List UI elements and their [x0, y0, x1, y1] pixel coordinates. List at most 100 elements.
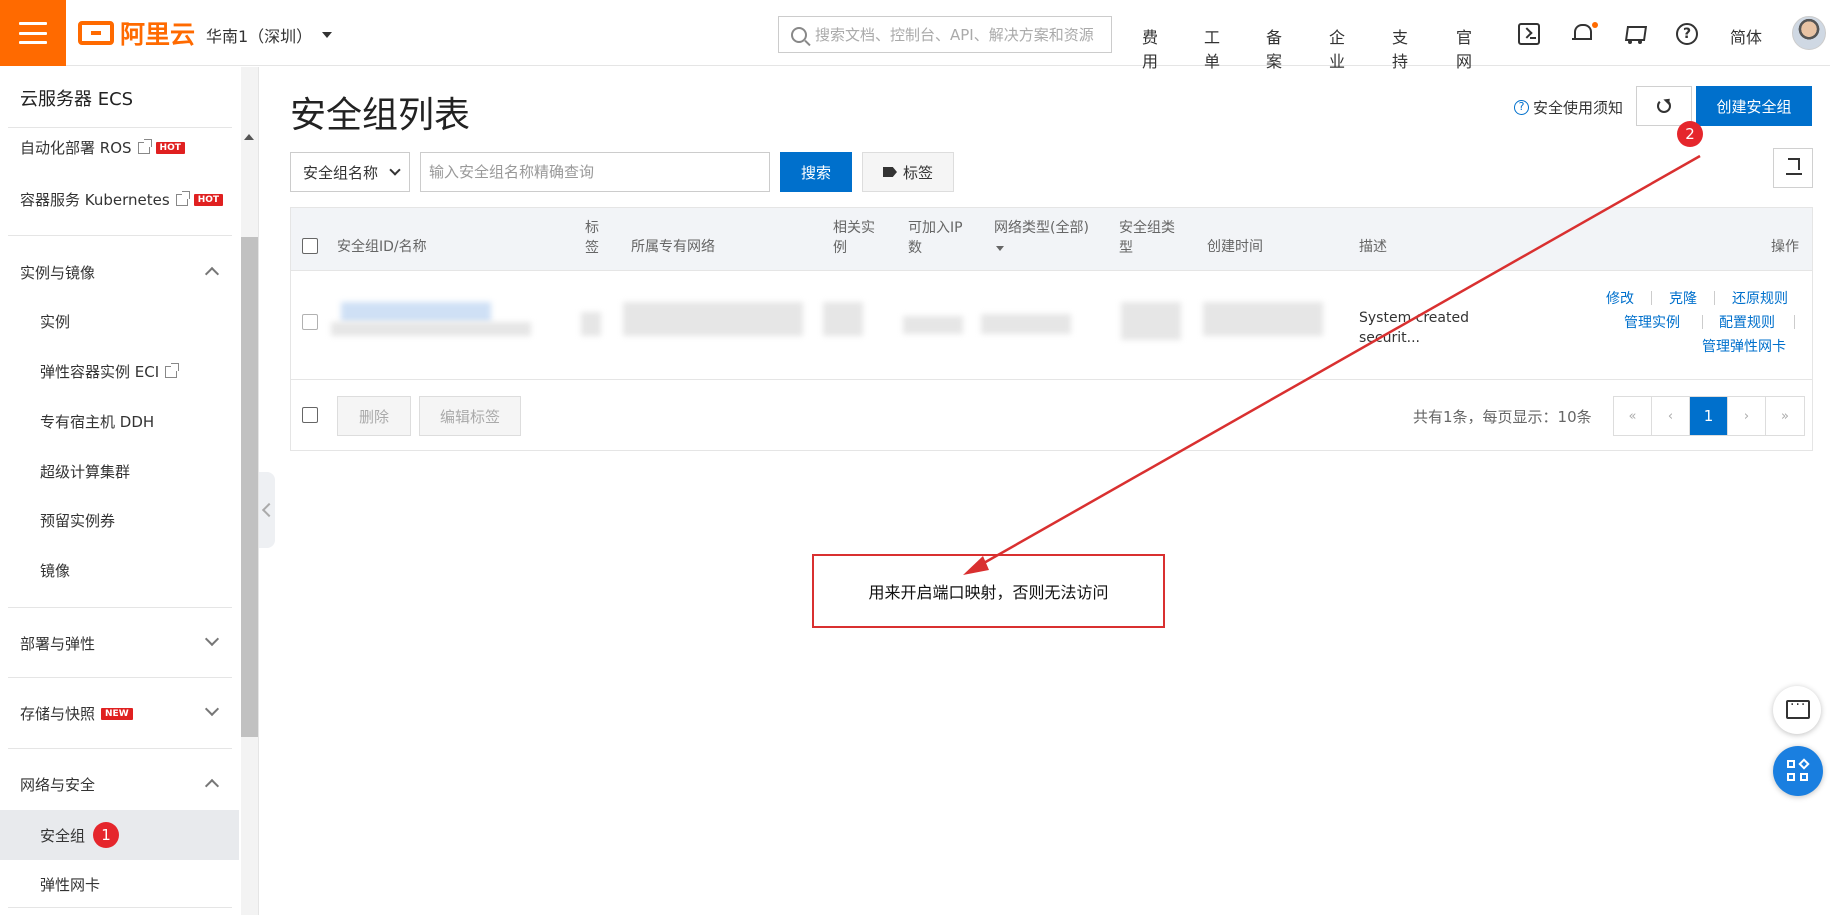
- security-notice-link[interactable]: ? 安全使用须知: [1514, 97, 1623, 118]
- page-first-button[interactable]: «: [1614, 397, 1652, 435]
- chevron-down-icon[interactable]: [204, 701, 220, 717]
- hot-badge: HOT: [155, 142, 185, 154]
- global-search-input[interactable]: [815, 25, 1105, 44]
- bell-icon[interactable]: [1571, 22, 1593, 44]
- action-modify[interactable]: 修改: [1606, 288, 1634, 308]
- filter-caret-icon[interactable]: [996, 246, 1004, 251]
- redacted-created: [1203, 302, 1323, 336]
- page-prev-button[interactable]: ‹: [1652, 397, 1690, 435]
- nav-official-site[interactable]: 官网: [1456, 24, 1472, 72]
- sidebar-item-security-group[interactable]: 安全组: [40, 825, 85, 846]
- page-1-button[interactable]: 1: [1690, 397, 1728, 435]
- row-checkbox[interactable]: [302, 314, 318, 330]
- edit-tags-button[interactable]: 编辑标签: [419, 396, 521, 436]
- menu-button[interactable]: [0, 0, 66, 66]
- sidebar-group-instance-image[interactable]: 实例与镜像: [20, 262, 95, 283]
- sidebar-item-reserved[interactable]: 预留实例券: [40, 510, 115, 531]
- sidebar-item-ddh[interactable]: 专有宿主机 DDH: [40, 411, 154, 432]
- nav-ticket[interactable]: 工单: [1204, 24, 1220, 72]
- col-tag-line2: 签: [585, 240, 599, 256]
- chevron-down-icon: [389, 164, 401, 176]
- sidebar-group-deploy-elastic[interactable]: 部署与弹性: [20, 633, 95, 654]
- external-link-icon: [165, 363, 180, 378]
- menu-icon: [19, 22, 47, 44]
- language-switch[interactable]: 简体: [1730, 24, 1762, 48]
- divider: [8, 607, 232, 608]
- sidebar-scrollbar-thumb[interactable]: [241, 237, 258, 737]
- divider: [8, 748, 232, 749]
- chat-button[interactable]: [1773, 686, 1821, 734]
- col-actions: 操作: [1771, 239, 1799, 255]
- sidebar-item-label: 存储与快照: [20, 705, 96, 723]
- row-description-line1: System created: [1359, 310, 1469, 326]
- search-button[interactable]: 搜索: [780, 152, 852, 192]
- col-ip-line2: 数: [908, 240, 922, 256]
- apps-icon: [1800, 773, 1808, 781]
- redacted-vpc: [623, 302, 803, 336]
- nav-enterprise[interactable]: 企业: [1329, 24, 1345, 72]
- new-badge: NEW: [101, 708, 133, 720]
- tag-filter-button[interactable]: 标签: [862, 152, 954, 192]
- action-clone[interactable]: 克隆: [1669, 288, 1697, 308]
- nav-support[interactable]: 支持: [1392, 24, 1408, 72]
- sidebar-group-storage[interactable]: 存储与快照 NEW: [20, 703, 133, 724]
- external-link-icon: [175, 191, 190, 206]
- tag-button-label: 标签: [902, 163, 933, 182]
- redacted-ip: [903, 316, 963, 334]
- footer-select-all-checkbox[interactable]: [302, 407, 318, 423]
- sidebar-item-eci[interactable]: 弹性容器实例 ECI: [40, 361, 180, 382]
- refresh-button[interactable]: [1636, 86, 1692, 126]
- top-bar: 阿里云 华南1（深圳） 费用 工单 备案 企业 支持 官网 ? 简体: [0, 0, 1830, 71]
- sidebar-item-eni[interactable]: 弹性网卡: [40, 874, 100, 895]
- page-last-button[interactable]: »: [1766, 397, 1804, 435]
- help-icon[interactable]: ?: [1676, 23, 1698, 45]
- redacted-related: [823, 302, 863, 336]
- scroll-up-icon[interactable]: [244, 134, 254, 140]
- terminal-icon[interactable]: [1518, 23, 1540, 45]
- sidebar-item-image[interactable]: 镜像: [40, 560, 70, 581]
- tag-icon: [882, 167, 897, 177]
- sidebar-group-network-security[interactable]: 网络与安全: [20, 774, 95, 795]
- cart-icon[interactable]: [1624, 23, 1646, 45]
- filter-field-select[interactable]: 安全组名称: [290, 152, 410, 192]
- nav-filing[interactable]: 备案: [1266, 24, 1282, 72]
- action-manage-eni[interactable]: 管理弹性网卡: [1702, 336, 1786, 356]
- sidebar-collapse-handle[interactable]: [259, 472, 275, 548]
- global-search[interactable]: [778, 16, 1112, 53]
- pagination-summary: 共有1条，每页显示：10条: [1413, 408, 1592, 426]
- sidebar-item-label: 弹性容器实例 ECI: [40, 363, 160, 381]
- logo-text: 阿里云: [120, 20, 196, 49]
- annotation-box: 用来开启端口映射，否则无法访问: [812, 554, 1165, 628]
- col-related-line1: 相关实: [833, 220, 875, 236]
- apps-icon: [1787, 773, 1795, 781]
- apps-button[interactable]: [1773, 746, 1823, 796]
- create-security-group-button[interactable]: 创建安全组: [1696, 86, 1812, 126]
- select-all-checkbox[interactable]: [302, 238, 318, 254]
- delete-button[interactable]: 删除: [337, 396, 411, 436]
- chevron-up-icon[interactable]: [204, 778, 220, 794]
- annotation-text: 用来开启端口映射，否则无法访问: [868, 583, 1109, 602]
- export-button[interactable]: [1773, 148, 1813, 188]
- aliyun-logo[interactable]: 阿里云: [78, 16, 195, 50]
- col-vpc: 所属专有网络: [631, 239, 715, 255]
- sidebar-item-ros[interactable]: 自动化部署 ROS HOT: [20, 137, 185, 158]
- redacted-tag: [581, 312, 601, 336]
- annotation-arrow: [963, 154, 1701, 575]
- sidebar-item-scc[interactable]: 超级计算集群: [40, 461, 130, 482]
- page-next-button[interactable]: ›: [1728, 397, 1766, 435]
- avatar[interactable]: [1792, 16, 1826, 50]
- sidebar-item-instance[interactable]: 实例: [40, 311, 70, 332]
- sidebar-item-label: 自动化部署 ROS: [20, 139, 132, 157]
- region-label: 华南1（深圳）: [206, 27, 313, 46]
- action-manage-instances[interactable]: 管理实例: [1624, 312, 1680, 332]
- chevron-down-icon[interactable]: [204, 631, 220, 647]
- action-configure-rules[interactable]: 配置规则: [1719, 312, 1775, 332]
- filter-input[interactable]: [420, 152, 770, 192]
- nav-billing[interactable]: 费用: [1142, 24, 1158, 72]
- action-restore-rules[interactable]: 还原规则: [1732, 288, 1788, 308]
- col-network-type[interactable]: 网络类型(全部): [994, 218, 1089, 238]
- sidebar-active-bg: [0, 810, 239, 860]
- region-selector[interactable]: 华南1（深圳）: [206, 23, 333, 47]
- sidebar-item-kubernetes[interactable]: 容器服务 Kubernetes HOT: [20, 189, 224, 210]
- chevron-up-icon[interactable]: [204, 266, 220, 282]
